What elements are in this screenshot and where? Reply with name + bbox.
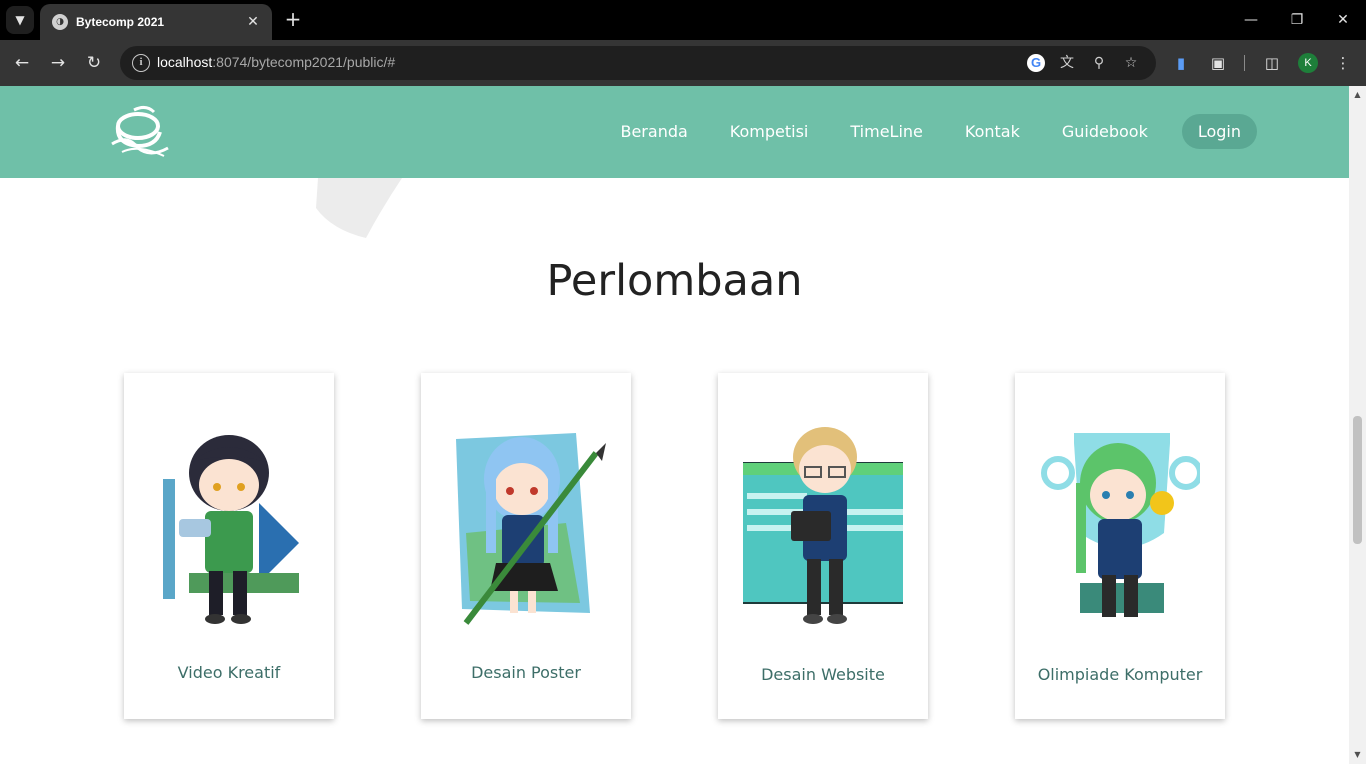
page-viewport: Beranda Kompetisi TimeLine Kontak Guideb… <box>0 86 1349 764</box>
extension-doc-icon[interactable]: ▮ <box>1170 52 1192 74</box>
tab-close-icon[interactable]: ✕ <box>244 14 262 30</box>
card-label: Video Kreatif <box>177 663 281 682</box>
page-scrollbar[interactable]: ▲ ▼ <box>1349 86 1366 764</box>
section-title: Perlombaan <box>546 256 803 306</box>
site-favicon-icon: ◑ <box>52 14 68 30</box>
poster-pen-character-icon <box>456 433 606 625</box>
extensions-puzzle-icon[interactable]: ▣ <box>1207 52 1229 74</box>
menu-kebab-icon[interactable]: ⋮ <box>1332 52 1354 74</box>
website-laptop-character-icon <box>743 427 903 624</box>
competition-card-olimpiade-komputer[interactable]: Olimpiade Komputer <box>1015 373 1225 719</box>
zoom-icon[interactable]: ⚲ <box>1089 53 1109 73</box>
bytecomp-logo-icon[interactable] <box>108 104 170 158</box>
scrollbar-thumb[interactable] <box>1353 416 1362 544</box>
window-restore-icon[interactable]: ❐ <box>1282 8 1312 32</box>
browser-tab-bar: ▼ ◑ Bytecomp 2021 ✕ + — ❐ ✕ <box>0 0 1366 40</box>
url-host: localhost <box>157 54 213 70</box>
browser-toolbar: ← → ↻ i localhost:8074/bytecomp2021/publ… <box>0 40 1366 86</box>
competition-card-desain-poster[interactable]: Desain Poster <box>421 373 631 719</box>
address-bar[interactable]: i localhost:8074/bytecomp2021/public/# G… <box>120 46 1156 80</box>
nav-link-guidebook[interactable]: Guidebook <box>1062 122 1148 141</box>
nav-link-kompetisi[interactable]: Kompetisi <box>730 122 809 141</box>
tab-search-chevron-icon[interactable]: ▼ <box>6 6 34 34</box>
competition-card-video-kreatif[interactable]: Video Kreatif <box>124 373 334 719</box>
url-text[interactable]: localhost:8074/bytecomp2021/public/# <box>157 54 395 70</box>
card-label: Desain Poster <box>471 663 581 682</box>
trophy-character-icon <box>1041 433 1200 617</box>
scroll-up-arrow-icon[interactable]: ▲ <box>1349 88 1366 102</box>
card-label: Desain Website <box>761 665 885 684</box>
bookmark-star-icon[interactable]: ☆ <box>1121 53 1141 73</box>
reload-icon[interactable]: ↻ <box>82 51 106 75</box>
tab-title: Bytecomp 2021 <box>76 15 165 29</box>
login-button[interactable]: Login <box>1181 114 1257 149</box>
window-close-icon[interactable]: ✕ <box>1328 8 1358 32</box>
site-navbar: Beranda Kompetisi TimeLine Kontak Guideb… <box>0 86 1349 178</box>
nav-link-kontak[interactable]: Kontak <box>965 122 1020 141</box>
url-path: :8074/bytecomp2021/public/# <box>212 54 396 70</box>
translate-icon[interactable]: 文 <box>1057 53 1077 73</box>
back-arrow-icon[interactable]: ← <box>10 51 34 75</box>
browser-tab-active[interactable]: ◑ Bytecomp 2021 ✕ <box>40 4 272 40</box>
nav-link-beranda[interactable]: Beranda <box>620 122 687 141</box>
toolbar-divider <box>1244 55 1245 71</box>
side-panel-icon[interactable]: ◫ <box>1261 52 1283 74</box>
video-camera-character-icon <box>163 435 299 624</box>
window-minimize-icon[interactable]: — <box>1236 8 1266 32</box>
card-label: Olimpiade Komputer <box>1037 665 1203 684</box>
decorative-shape <box>316 178 402 238</box>
profile-avatar[interactable]: K <box>1298 53 1318 73</box>
competition-card-desain-website[interactable]: Desain Website <box>718 373 928 719</box>
site-info-icon[interactable]: i <box>132 54 150 72</box>
nav-links: Beranda Kompetisi TimeLine Kontak Guideb… <box>620 114 1257 149</box>
forward-arrow-icon[interactable]: → <box>46 51 70 75</box>
nav-link-timeline[interactable]: TimeLine <box>850 122 923 141</box>
google-lens-icon[interactable]: G <box>1027 54 1045 72</box>
new-tab-plus-icon[interactable]: + <box>282 8 304 30</box>
scroll-down-arrow-icon[interactable]: ▼ <box>1349 748 1366 762</box>
